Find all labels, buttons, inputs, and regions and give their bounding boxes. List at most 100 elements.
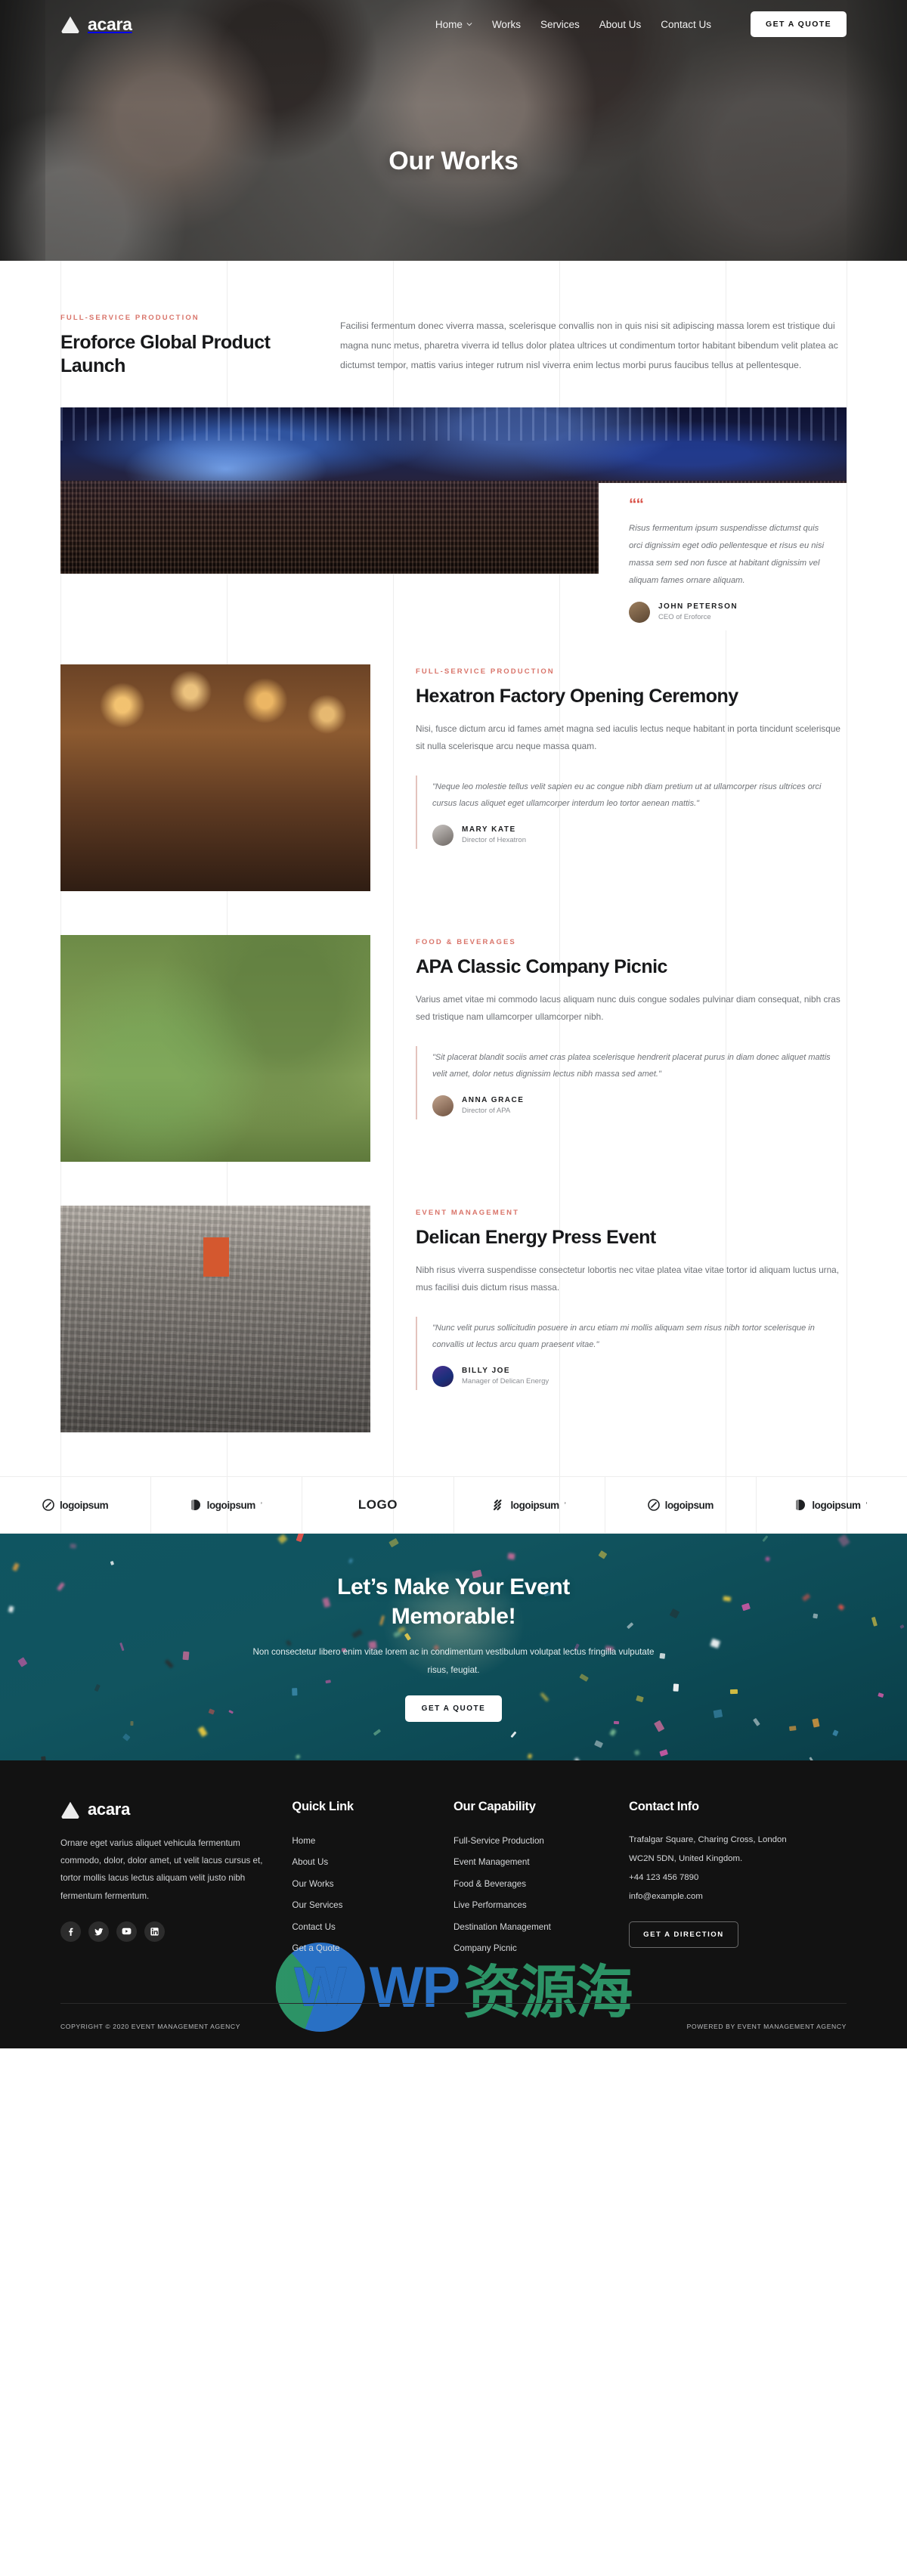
footer-columns: acara Ornare eget varius aliquet vehicul… xyxy=(60,1800,847,1959)
work-2-image xyxy=(60,664,370,891)
work-item-4: EVENT MANAGEMENT Delican Energy Press Ev… xyxy=(0,1206,907,1432)
work-1-body: Facilisi fermentum donec viverra massa, … xyxy=(340,320,838,370)
work-3-author: ANNA GRACE Director of APA xyxy=(432,1094,847,1116)
footer-about-column: acara Ornare eget varius aliquet vehicul… xyxy=(60,1800,292,1959)
footer-about-text: Ornare eget varius aliquet vehicula ferm… xyxy=(60,1838,263,1901)
logo-item-2[interactable]: logoipsum ’ xyxy=(151,1477,303,1533)
swirl-logo-icon xyxy=(42,1499,54,1511)
footer-cap-food-beverages[interactable]: Food & Beverages xyxy=(454,1874,629,1895)
logo-item-4-label: logoipsum xyxy=(510,1499,560,1511)
get-a-direction-button[interactable]: GET A DIRECTION xyxy=(629,1921,738,1949)
footer-contact-column: Contact Info Trafalgar Square, Charing C… xyxy=(629,1800,847,1959)
footer-copyright: COPYRIGHT © 2020 EVENT MANAGEMENT AGENCY xyxy=(60,2022,241,2030)
work-3-testimonial: "Sit placerat blandit sociis amet cras p… xyxy=(416,1045,847,1119)
nav-item-services[interactable]: Services xyxy=(540,19,580,30)
logo-item-6-label: logoipsum xyxy=(812,1499,861,1511)
footer-link-our-works[interactable]: Our Works xyxy=(292,1874,454,1895)
footer-capability-column: Our Capability Full-Service Production E… xyxy=(454,1800,629,1959)
brand-name: acara xyxy=(88,14,132,34)
facebook-icon xyxy=(69,1927,73,1936)
brand-logo-link[interactable]: acara xyxy=(60,14,132,35)
footer-address-line1: Trafalgar Square, Charing Cross, London xyxy=(629,1835,787,1844)
logo-item-1[interactable]: logoipsum xyxy=(0,1477,152,1533)
linkedin-icon xyxy=(150,1927,159,1936)
nav-item-about-us[interactable]: About Us xyxy=(599,19,642,30)
work-2-testimonial: "Neque leo molestie tellus velit sapien … xyxy=(416,775,847,849)
footer-cap-full-service-production[interactable]: Full-Service Production xyxy=(454,1831,629,1852)
footer-address-line2: WC2N 5DN, United Kingdom. xyxy=(629,1854,743,1864)
nav-item-home[interactable]: Home xyxy=(435,19,472,30)
footer-cap-company-picnic[interactable]: Company Picnic xyxy=(454,1938,629,1959)
logo-item-5-label: logoipsum xyxy=(664,1499,714,1511)
footer-cap-destination-management[interactable]: Destination Management xyxy=(454,1917,629,1938)
work-3-body: Varius amet vitae mi commodo lacus aliqu… xyxy=(416,993,840,1023)
logo-item-4[interactable]: logoipsum ’ xyxy=(454,1477,605,1533)
work-4-author: BILLY JOE Manager of Delican Energy xyxy=(432,1365,847,1387)
work-4-title: Delican Energy Press Event xyxy=(416,1227,656,1248)
work-item-1: FULL-SERVICE PRODUCTION Eroforce Global … xyxy=(0,261,907,630)
logo-item-3-label: LOGO xyxy=(358,1497,398,1512)
nav-links: Home Works Services About Us Contact Us … xyxy=(435,11,847,37)
work-3-author-role: Director of APA xyxy=(462,1107,511,1116)
client-logo-strip: logoipsum logoipsum ’ LOGO logoipsum ’ l… xyxy=(0,1476,907,1534)
linkedin-link[interactable] xyxy=(144,1921,165,1942)
nav-item-works[interactable]: Works xyxy=(492,19,521,30)
cta-title-line1: Let’s Make Your Event xyxy=(337,1574,570,1599)
avatar xyxy=(629,601,650,623)
footer-capability-title: Our Capability xyxy=(454,1800,536,1813)
main-navigation: acara Home Works Services About Us Conta… xyxy=(0,0,907,48)
footer-link-get-a-quote[interactable]: Get a Quote xyxy=(292,1938,454,1959)
work-item-3: FOOD & BEVERAGES APA Classic Company Pic… xyxy=(0,935,907,1162)
quote-mark-icon: ““ xyxy=(629,496,644,513)
work-2-author-name: MARY KATE xyxy=(462,825,516,834)
footer-social-links xyxy=(60,1921,292,1942)
footer-brand[interactable]: acara xyxy=(60,1800,292,1819)
work-2-eyebrow: FULL-SERVICE PRODUCTION xyxy=(416,667,555,676)
work-3-eyebrow: FOOD & BEVERAGES xyxy=(416,938,516,946)
logo-item-1-label: logoipsum xyxy=(59,1499,109,1511)
footer-link-our-services[interactable]: Our Services xyxy=(292,1895,454,1916)
footer-contact-title: Contact Info xyxy=(629,1800,699,1813)
avatar xyxy=(432,1094,454,1116)
get-a-quote-button[interactable]: GET A QUOTE xyxy=(751,11,847,37)
cta-title-line2: Memorable! xyxy=(391,1603,516,1629)
logo-item-2-label: logoipsum xyxy=(206,1499,256,1511)
work-1-author-name: JOHN PETERSON xyxy=(658,602,738,611)
avatar xyxy=(432,824,454,846)
dashes-logo-icon xyxy=(493,1499,502,1511)
twitter-link[interactable] xyxy=(88,1921,109,1942)
logo-item-6[interactable]: logoipsum ’ xyxy=(757,1477,907,1533)
work-1-media-row: ““ Risus fermentum ipsum suspendisse dic… xyxy=(60,407,847,630)
footer-link-contact-us[interactable]: Contact Us xyxy=(292,1917,454,1938)
footer-cap-event-management[interactable]: Event Management xyxy=(454,1852,629,1873)
work-4-eyebrow: EVENT MANAGEMENT xyxy=(416,1209,520,1217)
work-3-author-name: ANNA GRACE xyxy=(462,1096,525,1105)
footer-link-home[interactable]: Home xyxy=(292,1831,454,1852)
work-2-author-role: Director of Hexatron xyxy=(462,836,527,845)
footer-quick-link-column: Quick Link Home About Us Our Works Our S… xyxy=(292,1800,454,1959)
work-4-body: Nibh risus viverra suspendisse consectet… xyxy=(416,1264,839,1293)
footer-cap-live-performances[interactable]: Live Performances xyxy=(454,1895,629,1916)
cta-get-a-quote-button[interactable]: GET A QUOTE xyxy=(404,1695,503,1723)
work-1-quote: Risus fermentum ipsum suspendisse dictum… xyxy=(629,524,825,585)
page-title: Our Works xyxy=(388,147,519,175)
work-2-quote: "Neque leo molestie tellus velit sapien … xyxy=(432,782,822,809)
logo-item-3[interactable]: LOGO xyxy=(302,1477,454,1533)
footer-link-about-us[interactable]: About Us xyxy=(292,1852,454,1873)
logo-item-2-sup: ’ xyxy=(260,1501,262,1509)
swirl-logo-icon xyxy=(647,1499,660,1511)
nav-item-contact-us[interactable]: Contact Us xyxy=(661,19,711,30)
footer-email[interactable]: info@example.com xyxy=(629,1887,847,1906)
work-1-author: JOHN PETERSON CEO of Eroforce xyxy=(629,601,830,623)
work-3-image xyxy=(60,935,370,1162)
facebook-link[interactable] xyxy=(60,1921,81,1942)
work-3-title: APA Classic Company Picnic xyxy=(416,956,667,977)
half-circle-logo-icon xyxy=(796,1500,806,1510)
chevron-down-icon xyxy=(466,23,472,26)
youtube-link[interactable] xyxy=(116,1921,137,1942)
work-4-quote: "Nunc velit purus sollicitudin posuere i… xyxy=(432,1323,815,1350)
nav-item-home-label: Home xyxy=(435,18,463,30)
logo-item-5[interactable]: logoipsum xyxy=(605,1477,757,1533)
footer-phone[interactable]: +44 123 456 7890 xyxy=(629,1869,847,1887)
footer-powered-by: POWERED BY EVENT MANAGEMENT AGENCY xyxy=(686,2022,847,2030)
